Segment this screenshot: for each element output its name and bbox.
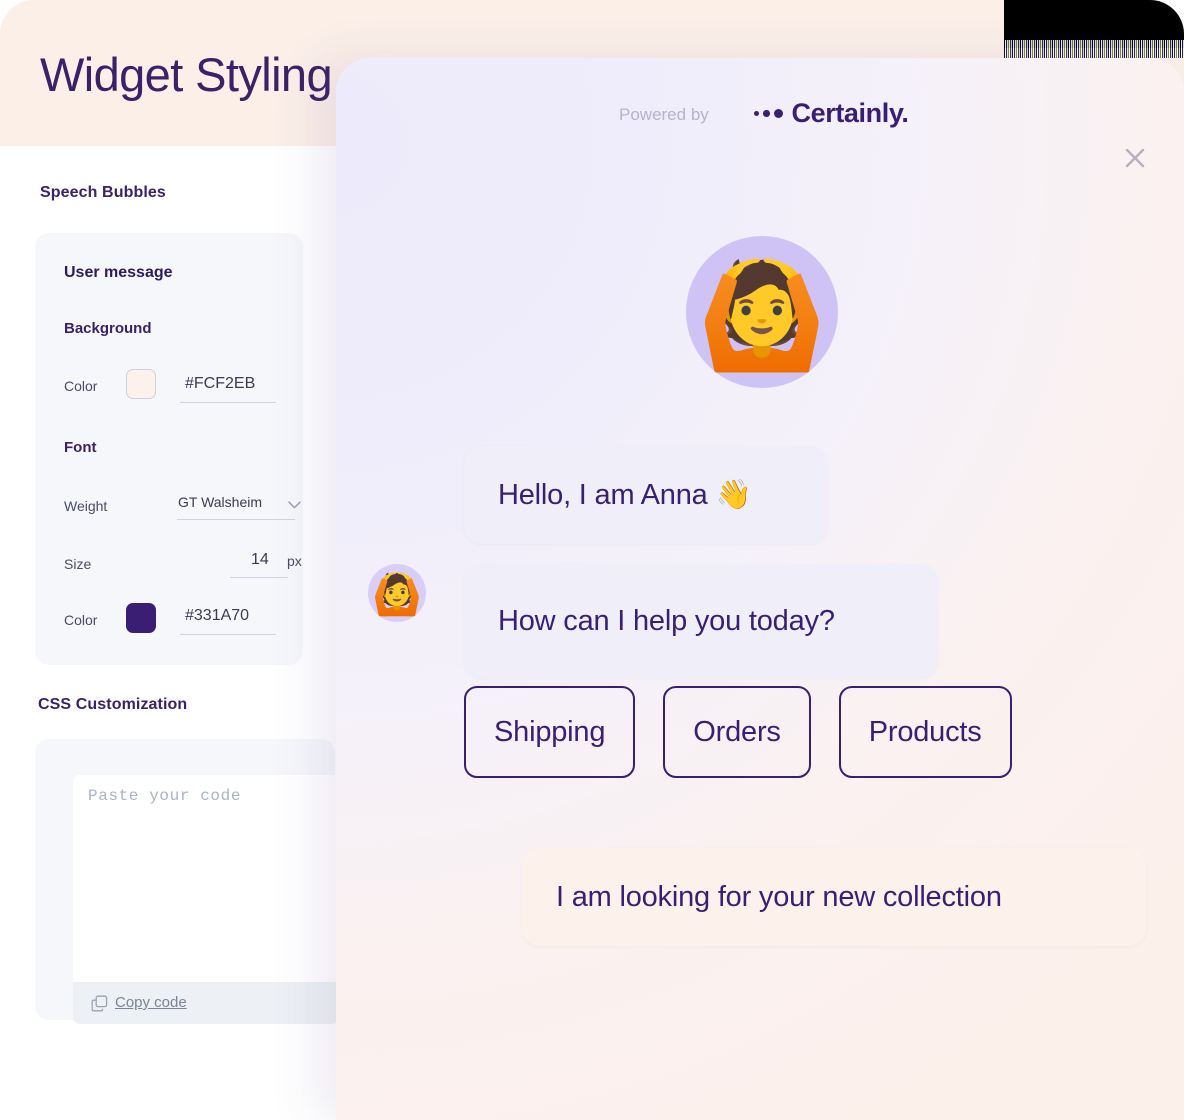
bot-message-text: Hello, I am Anna 👋 <box>498 479 752 511</box>
font-color-label: Color <box>64 612 98 628</box>
background-color-swatch[interactable] <box>126 369 156 399</box>
bot-hero-avatar-emoji: 🙆 <box>697 258 827 374</box>
font-weight-label: Weight <box>64 498 108 514</box>
quick-reply-shipping[interactable]: Shipping <box>464 686 636 778</box>
css-code-textarea[interactable]: Paste your code <box>73 775 339 982</box>
user-message-heading: User message <box>64 264 173 281</box>
certainly-logo: Certainly. <box>754 98 909 129</box>
bot-inline-avatar: 🙆 <box>368 564 426 622</box>
quick-reply-group: Shipping Orders Products <box>464 686 1012 778</box>
bot-inline-avatar-emoji: 🙆 <box>372 573 422 617</box>
background-hex-value: #FCF2EB <box>185 375 256 392</box>
certainly-dots-icon <box>754 109 783 118</box>
speech-bubbles-section-title: Speech Bubbles <box>40 184 166 201</box>
css-code-placeholder: Paste your code <box>88 787 242 805</box>
chevron-down-icon[interactable] <box>288 501 301 509</box>
font-size-value: 14 <box>251 551 269 568</box>
screenshot-root: Widget Styling Speech Bubbles User messa… <box>0 0 1184 1120</box>
font-group-label: Font <box>64 439 97 456</box>
user-message-text: I am looking for your new collection <box>556 880 1002 913</box>
font-size-label: Size <box>64 556 92 572</box>
background-group-label: Background <box>64 320 152 337</box>
font-color-swatch[interactable] <box>126 603 156 633</box>
copy-code-label[interactable]: Copy code <box>115 994 187 1011</box>
background-color-label: Color <box>64 378 98 394</box>
font-size-unit: px <box>287 553 302 569</box>
css-customization-card: Paste your code Copy code <box>35 739 339 1024</box>
user-message-settings-card: User message Background Color #FCF2EB Fo… <box>35 233 303 665</box>
close-icon[interactable] <box>1115 138 1155 178</box>
chat-widget-header: Powered by Certainly. <box>336 58 1184 170</box>
bot-message-bubble: How can I help you today? <box>464 564 938 678</box>
font-hex-value: #331A70 <box>185 607 250 624</box>
font-weight-value: GT Walsheim <box>178 494 263 510</box>
bot-message-text: How can I help you today? <box>498 604 835 637</box>
copy-icon <box>91 995 108 1012</box>
bot-hero-avatar: 🙆 <box>686 236 838 388</box>
bot-message-bubble: Hello, I am Anna 👋 <box>464 446 828 544</box>
powered-by-label: Powered by <box>619 105 709 124</box>
quick-reply-orders[interactable]: Orders <box>663 686 811 778</box>
quick-reply-products[interactable]: Products <box>838 686 1012 778</box>
page-title: Widget Styling <box>40 48 333 101</box>
user-message-bubble: I am looking for your new collection <box>522 848 1146 946</box>
render-artifact-noise <box>1004 40 1184 58</box>
chat-widget-preview: Powered by Certainly. 🙆 Hello, I am Anna… <box>336 58 1184 1120</box>
certainly-wordmark: Certainly. <box>791 98 909 128</box>
css-customization-section-title: CSS Customization <box>38 696 188 713</box>
copy-code-bar[interactable]: Copy code <box>73 982 339 1024</box>
